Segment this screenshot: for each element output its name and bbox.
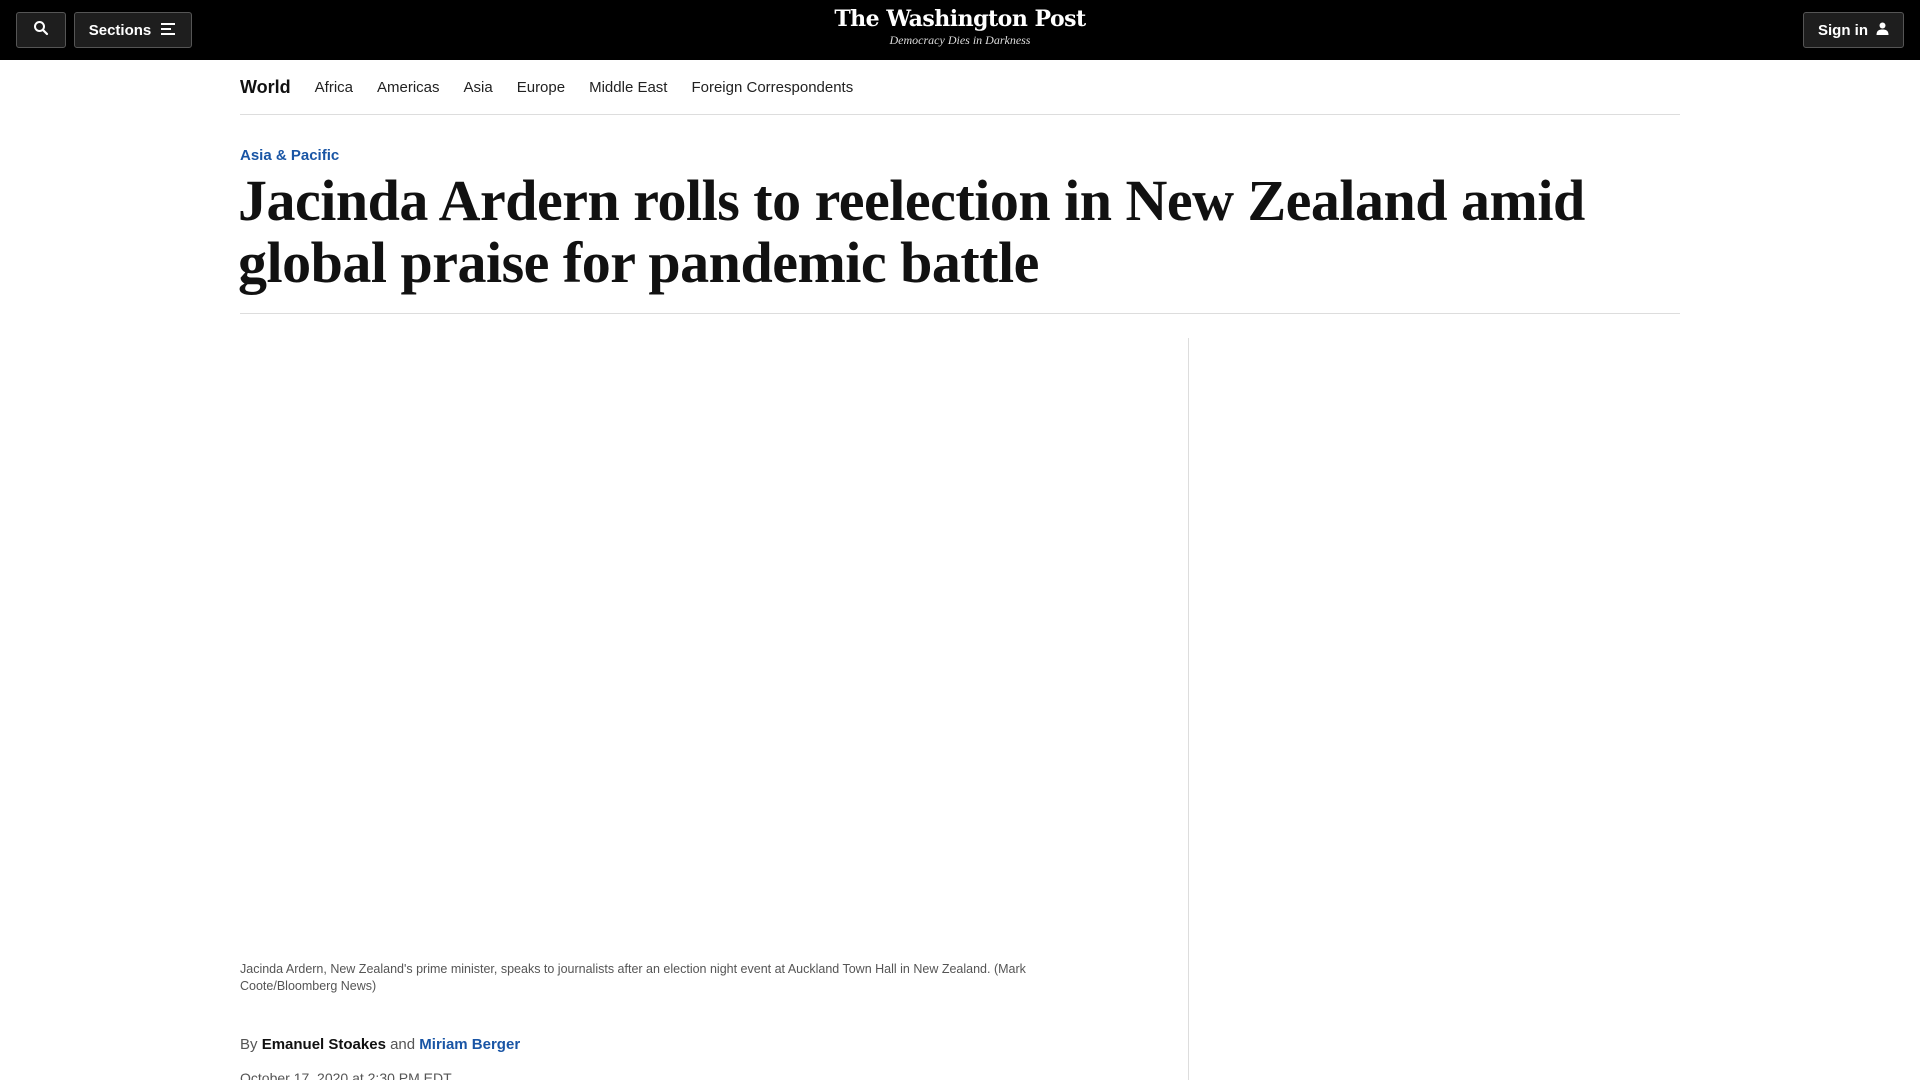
logo-title: The Washington Post xyxy=(834,6,1086,32)
byline-prefix: By xyxy=(240,1036,258,1053)
search-icon xyxy=(33,20,49,40)
top-bar: Sections The Washington Post Democracy D… xyxy=(0,0,1920,60)
subnav-link-foreign-correspondents[interactable]: Foreign Correspondents xyxy=(691,79,853,96)
logo-tagline: Democracy Dies in Darkness xyxy=(889,33,1031,47)
section-subnav: World Africa Americas Asia Europe Middle… xyxy=(240,60,1680,115)
publish-date: October 17, 2020 at 2:30 PM EDT xyxy=(240,1070,452,1080)
site-logo[interactable]: The Washington Post Democracy Dies in Da… xyxy=(760,5,1160,47)
article-kicker[interactable]: Asia & Pacific xyxy=(240,147,339,164)
sign-in-button[interactable]: Sign in xyxy=(1803,12,1904,48)
byline: By Emanuel Stoakes and Miriam Berger xyxy=(240,1036,520,1053)
subnav-link-middle-east[interactable]: Middle East xyxy=(589,79,667,96)
author-link-1[interactable]: Emanuel Stoakes xyxy=(262,1036,386,1053)
sections-button[interactable]: Sections xyxy=(74,12,192,48)
subnav-link-europe[interactable]: Europe xyxy=(517,79,565,96)
sections-label: Sections xyxy=(88,21,152,39)
author-link-2[interactable]: Miriam Berger xyxy=(419,1036,520,1053)
subnav-link-asia[interactable]: Asia xyxy=(464,79,493,96)
menu-icon xyxy=(161,22,177,39)
media-caption: Jacinda Ardern, New Zealand's prime mini… xyxy=(240,962,1026,993)
user-icon xyxy=(1876,22,1889,39)
article-headline: Jacinda Ardern rolls to reelection in Ne… xyxy=(238,168,1585,295)
sign-in-label: Sign in xyxy=(1818,21,1868,39)
byline-and: and xyxy=(390,1036,416,1053)
headline-divider xyxy=(240,313,1680,314)
search-button[interactable] xyxy=(16,12,66,48)
subnav-section-world[interactable]: World xyxy=(240,77,291,98)
subnav-link-africa[interactable]: Africa xyxy=(315,79,353,96)
subnav-link-americas[interactable]: Americas xyxy=(377,79,440,96)
column-divider xyxy=(1188,338,1189,1080)
lead-media-placeholder xyxy=(240,338,1140,938)
